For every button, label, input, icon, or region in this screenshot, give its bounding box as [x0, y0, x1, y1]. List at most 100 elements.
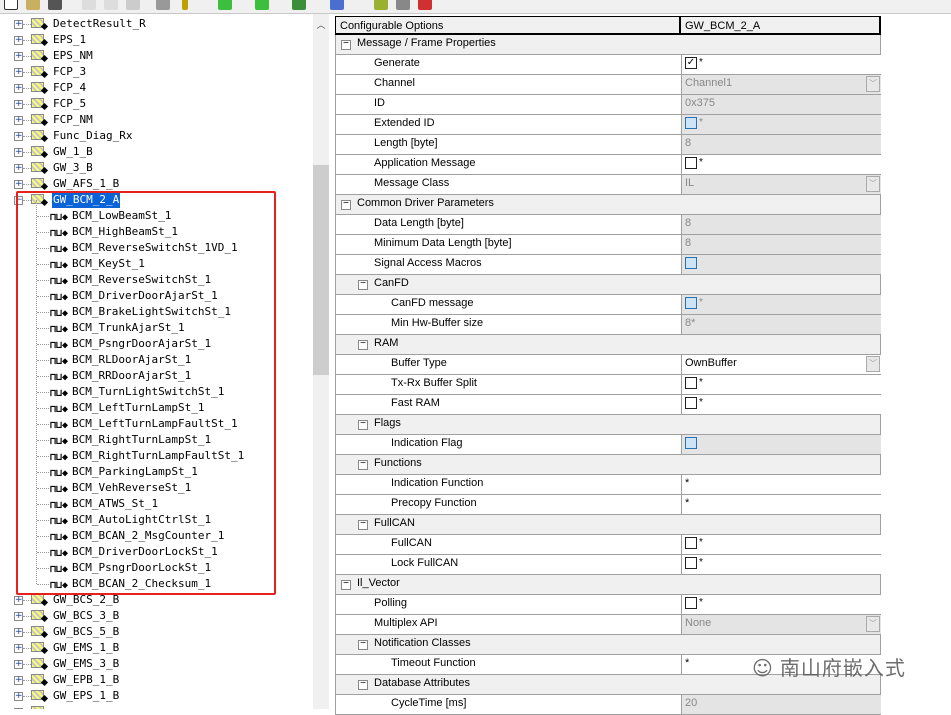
expand-icon[interactable]: +: [14, 628, 23, 637]
cut-icon[interactable]: [82, 0, 96, 10]
expand-icon[interactable]: +: [14, 132, 23, 141]
checkbox[interactable]: ✓: [685, 56, 697, 69]
tree-node-message[interactable]: + FCP_NM: [0, 112, 313, 128]
option-value[interactable]: *: [681, 475, 881, 494]
collapse-icon[interactable]: −: [358, 519, 368, 530]
checkbox[interactable]: [685, 396, 697, 409]
section-flags[interactable]: − Flags: [335, 415, 881, 435]
paste-icon[interactable]: [126, 0, 140, 10]
expand-icon[interactable]: +: [14, 164, 23, 173]
option-value[interactable]: *: [681, 155, 881, 174]
scroll-up-icon[interactable]: ︿: [313, 18, 329, 31]
tree-node-message[interactable]: + GW_BCS_5_B: [0, 624, 313, 640]
chevron-down-icon[interactable]: ﹀: [866, 356, 880, 372]
collapse-icon[interactable]: −: [358, 459, 368, 470]
expand-icon[interactable]: +: [14, 676, 23, 685]
option-value[interactable]: *: [681, 535, 881, 554]
expand-icon[interactable]: +: [14, 100, 23, 109]
expand-icon[interactable]: +: [14, 84, 23, 93]
tree-node-message[interactable]: +: [0, 704, 313, 709]
network-icon[interactable]: [418, 0, 432, 10]
section-functions[interactable]: − Functions: [335, 455, 881, 475]
option-value[interactable]: *: [681, 395, 881, 414]
generate-icon[interactable]: [374, 0, 388, 10]
tree-node-message[interactable]: + EPS_NM: [0, 48, 313, 64]
checkbox[interactable]: [685, 596, 697, 609]
collapse-icon[interactable]: −: [358, 419, 368, 430]
expand-icon[interactable]: +: [14, 692, 23, 701]
tree-node-label: GW_BCS_3_B: [53, 609, 120, 622]
expand-icon[interactable]: +: [14, 68, 23, 77]
collapse-icon[interactable]: −: [341, 199, 351, 210]
section-message-frame-properties[interactable]: − Message / Frame Properties: [335, 35, 881, 55]
edit-icon[interactable]: [292, 0, 306, 10]
info-icon[interactable]: [182, 0, 188, 10]
tree-node-message[interactable]: + FCP_3: [0, 64, 313, 80]
checkbox[interactable]: [685, 156, 697, 169]
expand-icon[interactable]: +: [14, 116, 23, 125]
tree-node-message[interactable]: + EPS_1: [0, 32, 313, 48]
collapse-icon[interactable]: −: [358, 339, 368, 350]
option-value[interactable]: *: [681, 595, 881, 614]
checkbox[interactable]: [685, 376, 697, 389]
default-marker: *: [699, 297, 703, 308]
cfg-icon[interactable]: [396, 0, 410, 10]
checkbox[interactable]: [685, 556, 697, 569]
expand-icon[interactable]: +: [14, 596, 23, 605]
tree-node-message[interactable]: + GW_AFS_1_B: [0, 176, 313, 192]
collapse-icon[interactable]: −: [341, 39, 351, 50]
tree-node-message[interactable]: + Func_Diag_Rx: [0, 128, 313, 144]
section-common-driver-parameters[interactable]: − Common Driver Parameters: [335, 195, 881, 215]
expand-icon[interactable]: +: [14, 52, 23, 61]
section-label: FullCAN: [374, 517, 415, 529]
section-canfd[interactable]: − CanFD: [335, 275, 881, 295]
expand-icon[interactable]: +: [14, 148, 23, 157]
tree-node-message[interactable]: + GW_EPS_1_B: [0, 688, 313, 704]
tree-node-message[interactable]: + GW_3_B: [0, 160, 313, 176]
open-folder-icon[interactable]: [26, 0, 40, 10]
add-icon[interactable]: [218, 0, 232, 10]
expand-icon[interactable]: +: [14, 612, 23, 621]
rx-arrow-icon: [40, 678, 49, 687]
copy-icon[interactable]: [104, 0, 118, 10]
tree-node-message[interactable]: + GW_EMS_3_B: [0, 656, 313, 672]
default-marker: *: [699, 57, 703, 68]
checkbox[interactable]: [685, 536, 697, 549]
section-fullcan[interactable]: − FullCAN: [335, 515, 881, 535]
expand-icon[interactable]: +: [14, 180, 23, 189]
save-icon[interactable]: [48, 0, 62, 10]
scrollbar-thumb[interactable]: [313, 165, 329, 375]
tree-node-message[interactable]: + GW_EPB_1_B: [0, 672, 313, 688]
option-value[interactable]: *: [681, 555, 881, 574]
default-marker: *: [699, 537, 703, 548]
tree-node-message[interactable]: + GW_EMS_1_B: [0, 640, 313, 656]
option-dropdown: IL ﹀: [681, 175, 881, 194]
expand-icon[interactable]: +: [14, 660, 23, 669]
option-dropdown[interactable]: OwnBuffer ﹀: [681, 355, 881, 374]
tree-node-label: GW_EPB_1_B: [53, 673, 120, 686]
section-label: Common Driver Parameters: [357, 197, 494, 209]
tree-node-message[interactable]: + FCP_5: [0, 96, 313, 112]
option-value[interactable]: *: [681, 375, 881, 394]
expand-icon[interactable]: +: [14, 644, 23, 653]
collapse-icon[interactable]: −: [358, 279, 368, 290]
tree-node-message[interactable]: + GW_BCS_3_B: [0, 608, 313, 624]
tree-node-message[interactable]: + DetectResult_R: [0, 16, 313, 32]
collapse-icon[interactable]: −: [358, 679, 368, 690]
new-file-icon[interactable]: [4, 0, 18, 10]
collapse-icon[interactable]: −: [341, 579, 351, 590]
option-row-message-class: Message Class IL ﹀: [335, 175, 881, 195]
section-il-vector[interactable]: − Il_Vector: [335, 575, 881, 595]
tree-node-message[interactable]: + FCP_4: [0, 80, 313, 96]
print-icon[interactable]: [156, 0, 170, 10]
expand-icon[interactable]: +: [14, 20, 23, 29]
collapse-icon[interactable]: −: [358, 639, 368, 650]
section-ram[interactable]: − RAM: [335, 335, 881, 355]
add-element-icon[interactable]: [255, 0, 269, 10]
header-object-name: GW_BCM_2_A: [680, 16, 881, 35]
tree-node-message[interactable]: + GW_1_B: [0, 144, 313, 160]
expand-icon[interactable]: +: [14, 36, 23, 45]
option-value[interactable]: ✓ *: [681, 55, 881, 74]
graph-icon[interactable]: [330, 0, 344, 10]
option-value[interactable]: *: [681, 495, 881, 514]
